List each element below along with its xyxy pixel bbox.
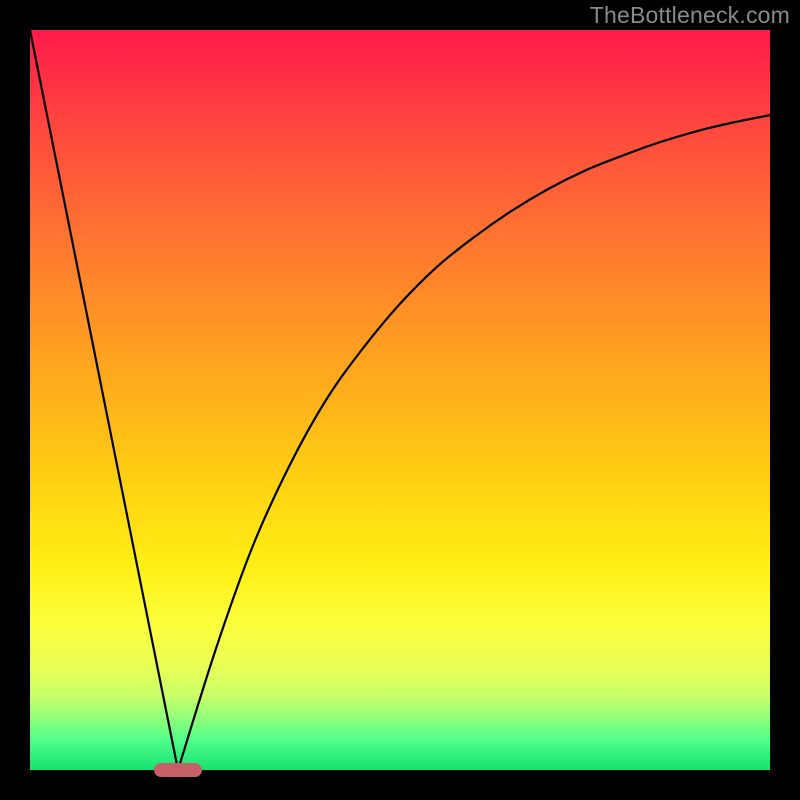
chart-frame: TheBottleneck.com — [0, 0, 800, 800]
curve-layer — [30, 30, 770, 770]
watermark-text: TheBottleneck.com — [590, 2, 790, 29]
curve-path — [30, 30, 770, 770]
minimum-marker — [154, 763, 202, 777]
plot-area — [30, 30, 770, 770]
